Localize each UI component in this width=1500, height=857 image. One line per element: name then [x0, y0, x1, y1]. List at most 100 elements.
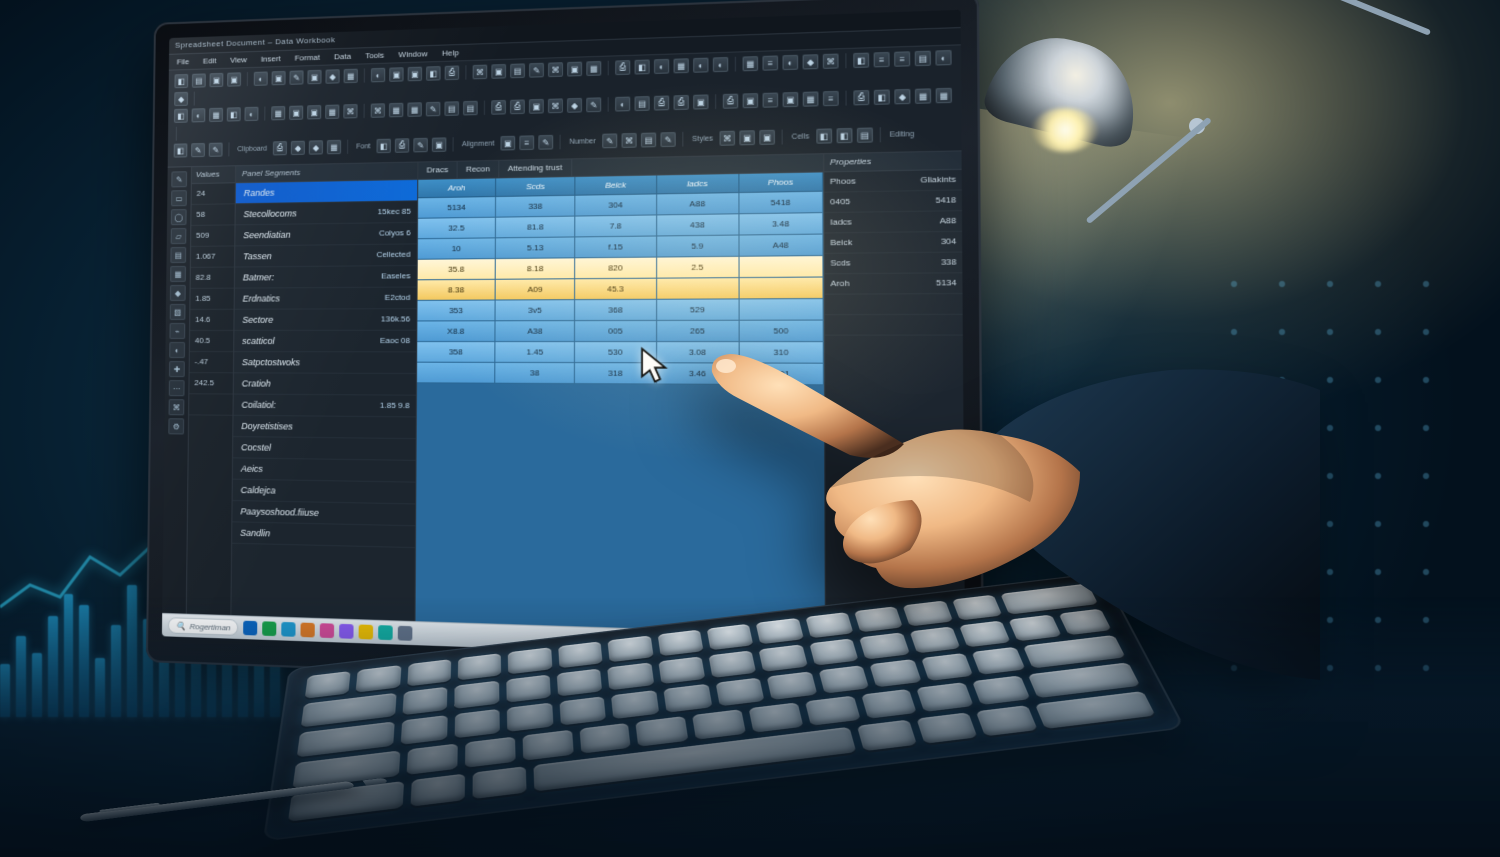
ribbon-button[interactable]: ▦ [325, 105, 339, 119]
ribbon-button[interactable]: ≡ [519, 135, 534, 150]
ribbon-button[interactable]: ▣ [227, 72, 241, 86]
ribbon-button[interactable]: ▤ [510, 63, 525, 78]
ribbon-button[interactable]: ✎ [413, 138, 427, 153]
ribbon-button[interactable]: ◐ [244, 107, 258, 121]
category-row[interactable]: Aeics [233, 458, 416, 482]
ribbon-button[interactable]: ◐ [254, 71, 268, 85]
grid-cell[interactable]: f.15 [576, 237, 657, 259]
taskbar-app-icon[interactable] [243, 621, 257, 636]
grid-cell[interactable]: 3.46 [657, 363, 740, 385]
ribbon-button[interactable]: ◐ [935, 50, 951, 66]
category-row[interactable]: Stecollocoms15kec 85 [236, 201, 418, 225]
category-row[interactable]: Doyretistises [233, 416, 416, 439]
ribbon-button[interactable]: ◧ [227, 107, 241, 121]
grid-cell[interactable]: 3.48 [739, 213, 823, 235]
ribbon-button[interactable]: ≡ [874, 52, 890, 67]
ribbon-button[interactable]: ≡ [763, 93, 779, 108]
ribbon-button[interactable]: ▤ [915, 51, 931, 67]
taskbar-app-icon[interactable] [320, 623, 334, 638]
ribbon-button[interactable]: ▣ [491, 64, 506, 79]
column-header[interactable]: Aroh [418, 178, 496, 198]
category-row[interactable]: Randes [236, 180, 418, 204]
ribbon-button[interactable]: ▣ [501, 136, 516, 151]
taskbar-app-icon[interactable] [398, 626, 413, 641]
tool-icon[interactable]: ▤ [170, 247, 186, 263]
ribbon-button[interactable]: ▦ [743, 56, 759, 71]
ribbon-button[interactable]: ◧ [426, 66, 441, 81]
ribbon-button[interactable]: ▣ [210, 73, 224, 87]
grid-cell[interactable] [739, 256, 823, 278]
ribbon-button[interactable]: ⌘ [548, 98, 563, 113]
ribbon-button[interactable]: ◧ [816, 128, 832, 143]
ribbon-button[interactable]: ▦ [936, 88, 952, 104]
ribbon-button[interactable]: ▣ [389, 67, 403, 82]
ribbon-button[interactable]: ▤ [641, 132, 656, 147]
tool-icon[interactable]: ✎ [171, 171, 187, 187]
ribbon-button[interactable]: ▣ [693, 94, 708, 109]
ribbon-button[interactable]: ⎙ [853, 90, 869, 105]
tool-icon[interactable]: ◐ [169, 342, 185, 358]
ribbon-button[interactable]: ▣ [567, 62, 582, 77]
ribbon-button[interactable]: ▦ [674, 58, 689, 73]
ribbon-button[interactable]: ⎙ [654, 95, 669, 110]
taskbar-app-icon[interactable] [359, 624, 374, 639]
ribbon-button[interactable]: ✎ [426, 102, 441, 117]
tool-icon[interactable]: ⌘ [169, 399, 185, 415]
ribbon-button[interactable]: ◐ [654, 59, 669, 74]
category-row[interactable]: Satpctostwoks [234, 352, 416, 374]
ribbon-button[interactable]: ▣ [307, 70, 321, 84]
ribbon-button[interactable]: ✎ [209, 143, 223, 157]
ribbon-button[interactable]: ◐ [782, 55, 798, 70]
ribbon-button[interactable]: ◆ [291, 141, 305, 155]
menu-item[interactable]: Format [295, 50, 320, 66]
grid-cell[interactable]: 45.3 [576, 279, 657, 300]
grid-cell[interactable]: 32.5 [418, 218, 496, 240]
ribbon-button[interactable]: ▦ [407, 102, 421, 117]
category-row[interactable]: ErdnaticsE2ctod [235, 288, 417, 310]
ribbon-button[interactable]: ▦ [915, 88, 931, 104]
taskbar-app-icon[interactable] [339, 624, 353, 639]
ribbon-button[interactable]: ◆ [894, 89, 910, 104]
grid-tab[interactable]: Recon [457, 161, 499, 178]
ribbon-button[interactable]: ⎙ [510, 99, 525, 114]
grid-cell[interactable]: 358 [417, 342, 496, 363]
category-row[interactable]: TassenCellected [235, 244, 417, 267]
grid-cell[interactable]: 35.8 [418, 259, 496, 280]
column-header[interactable]: Scds [496, 177, 576, 197]
ribbon-button[interactable]: ◆ [309, 140, 323, 154]
grid-cell[interactable]: X8.8 [417, 321, 495, 342]
grid-cell[interactable]: 5.13 [496, 237, 576, 259]
ribbon-button[interactable]: ▣ [743, 93, 759, 108]
tool-icon[interactable]: ⋯ [169, 380, 185, 396]
ribbon-button[interactable]: ≡ [894, 51, 910, 67]
ribbon-button[interactable]: ▣ [289, 106, 303, 120]
taskbar-search[interactable]: 🔍 Rogertiman [168, 617, 239, 636]
ribbon-button[interactable]: ◐ [371, 68, 385, 83]
grid-cell[interactable]: 81.8 [496, 217, 576, 239]
grid-row[interactable]: 3581.455303.08310 [417, 342, 824, 364]
ribbon-button[interactable]: ✎ [289, 70, 303, 84]
ribbon-button[interactable]: ◧ [174, 143, 188, 157]
ribbon-button[interactable]: ◐ [713, 57, 728, 72]
grid-cell[interactable]: 5.01 [740, 364, 824, 386]
ribbon-button[interactable]: ◆ [567, 98, 582, 113]
grid-cell[interactable]: 2.5 [657, 257, 740, 279]
ribbon-button[interactable]: ⎙ [445, 65, 460, 80]
grid-cell[interactable]: A88 [657, 193, 740, 215]
ribbon-button[interactable]: ≡ [823, 91, 839, 106]
grid-cell[interactable]: 318 [575, 363, 656, 384]
category-row[interactable]: Coilatiol:1.85 9.8 [233, 395, 415, 418]
grid-cell[interactable]: 353 [417, 301, 495, 322]
grid-cell[interactable] [739, 278, 823, 300]
menu-item[interactable]: Data [334, 49, 351, 65]
ribbon-button[interactable]: ▣ [272, 71, 286, 85]
grid-row[interactable]: 35.88.188202.5 [418, 256, 824, 280]
taskbar-app-icon[interactable] [282, 622, 296, 637]
column-header[interactable]: Beick [576, 175, 657, 195]
ribbon-button[interactable]: ▣ [783, 92, 799, 107]
ribbon-button[interactable]: ◧ [635, 59, 650, 74]
ribbon-button[interactable]: ◧ [174, 109, 188, 123]
column-header[interactable]: Phoos [739, 172, 823, 193]
grid-cell[interactable]: 265 [657, 321, 740, 342]
ribbon-button[interactable]: ▣ [759, 130, 775, 145]
